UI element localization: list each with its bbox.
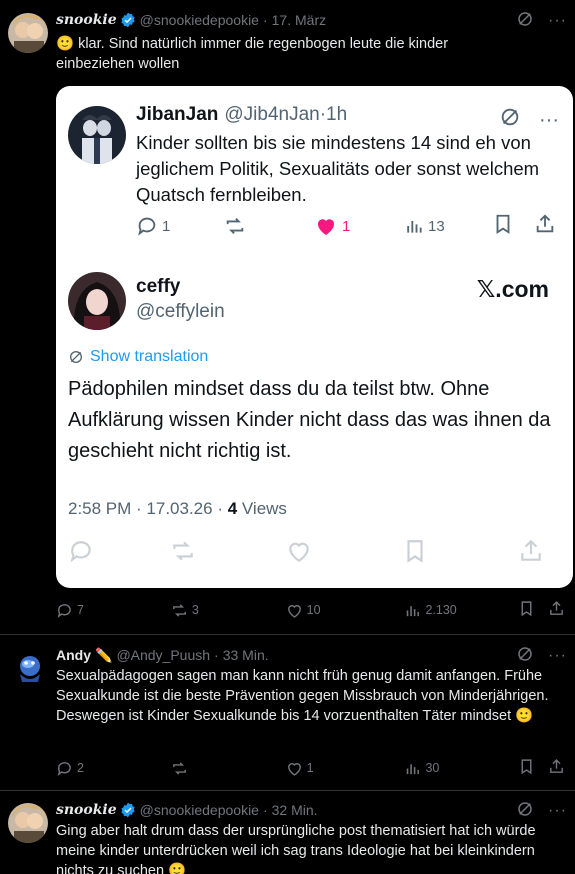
grok-icon [70, 351, 82, 363]
tweet-header: snookie @snookiedepookie · 32 Min. ··· [56, 800, 575, 820]
quoted-actions: 1 1 13 [136, 214, 559, 238]
author-handle[interactable]: @snookiedepookie [140, 12, 259, 28]
more-options-icon: ··· [539, 108, 559, 131]
share-icon [534, 213, 556, 239]
tweet-text: 🙂 klar. Sind natürlich immer die regenbo… [56, 36, 449, 72]
quoted-text: Kinder sollten bis sie mindestens 14 sin… [136, 132, 540, 205]
avatar[interactable] [8, 648, 48, 688]
repost-icon [170, 538, 286, 569]
reply-actions [68, 539, 559, 565]
author-handle[interactable]: @snookiedepookie [140, 802, 259, 818]
author-name[interactable]: snookie [56, 12, 117, 28]
tweet[interactable]: snookie @snookiedepookie · 32 Min. ··· G… [0, 800, 575, 874]
reply-button[interactable]: 7 [56, 602, 171, 619]
reply-count: 1 [136, 215, 224, 237]
tweet-actions: 7 3 10 2.130 [56, 600, 565, 620]
tweet-text: Sexualpädagogen sagen man kann nicht frü… [56, 668, 549, 724]
quoted-timestamp: 1h [326, 104, 348, 125]
repost-count: 3 [191, 603, 199, 617]
verified-badge-icon [120, 802, 136, 818]
author-handle[interactable]: @Andy_Puush [116, 647, 210, 663]
views-button[interactable]: 30 [404, 760, 518, 777]
grok-icon[interactable] [516, 645, 534, 666]
timestamp[interactable]: 33 Min. [223, 647, 269, 663]
tweet-actions: 2 1 30 [56, 758, 565, 778]
like-count: 1 [306, 761, 314, 775]
quoted-avatar [68, 106, 126, 164]
like-icon [286, 538, 402, 569]
reply-button[interactable]: 2 [56, 760, 171, 777]
name-emoji: ✏️ [95, 646, 113, 663]
quoted-author-handle: @Jib4nJan [224, 104, 320, 125]
tweet-header: snookie @snookiedepookie · 17. März ··· [56, 10, 575, 30]
share-icon[interactable] [548, 758, 565, 778]
separator-dot: · [214, 647, 219, 663]
show-translation-link: Show translation [68, 348, 208, 366]
tweet[interactable]: snookie @snookiedepookie · 17. März ··· … [0, 8, 575, 628]
tweet-text: Ging aber halt drum dass der ursprünglic… [56, 823, 536, 874]
divider [0, 790, 575, 791]
divider [0, 634, 575, 635]
author-name[interactable]: snookie [56, 802, 117, 818]
post-meta: 2:58 PM · 17.03.26 · 4 Views [68, 499, 287, 518]
separator-dot: · [262, 802, 268, 818]
reply-author-handle: @ceffylein [136, 301, 225, 322]
repost-icon [224, 215, 314, 237]
view-count: 30 [425, 761, 440, 775]
separator-dot: · [262, 12, 268, 28]
quoted-author-name: JibanJan [136, 104, 219, 125]
like-count: 10 [306, 603, 321, 617]
like-count: 1 [314, 214, 404, 238]
more-options-icon[interactable]: ··· [548, 647, 567, 665]
timestamp[interactable]: 17. März [272, 12, 326, 28]
more-options-icon[interactable]: ··· [548, 802, 567, 820]
repost-button[interactable] [171, 760, 286, 777]
bookmark-icon[interactable] [518, 758, 548, 778]
more-options-icon[interactable]: ··· [548, 12, 567, 30]
view-count: 13 [404, 216, 492, 236]
reply-author-name: ceffy [136, 276, 181, 297]
like-button[interactable]: 10 [286, 602, 405, 619]
avatar[interactable] [8, 803, 48, 843]
view-count: 2.130 [425, 603, 457, 617]
reply-icon [68, 538, 170, 569]
views-button[interactable]: 2.130 [404, 602, 518, 619]
avatar[interactable] [8, 13, 48, 53]
share-icon[interactable] [548, 600, 565, 620]
bookmark-icon [492, 213, 534, 239]
grok-icon[interactable] [516, 10, 534, 31]
like-button[interactable]: 1 [286, 760, 405, 777]
verified-badge-icon [120, 12, 136, 28]
tweet[interactable]: Andy ✏️ @Andy_Puush · 33 Min. ··· Sexual… [0, 644, 575, 794]
tweet-header: Andy ✏️ @Andy_Puush · 33 Min. ··· [56, 645, 575, 665]
quoted-header: JibanJan @Jib4nJan · 1h ··· [136, 104, 559, 131]
reply-count: 2 [77, 761, 84, 775]
author-name[interactable]: Andy [56, 647, 91, 663]
translate-label: Show translation [90, 348, 209, 365]
timestamp[interactable]: 32 Min. [272, 802, 318, 818]
source-label: 𝕏.com [476, 276, 549, 302]
reply-text: Pädophilen mindset dass du da teilst btw… [68, 378, 551, 462]
grok-icon[interactable] [516, 800, 534, 821]
bookmark-icon[interactable] [518, 600, 548, 620]
repost-button[interactable]: 3 [171, 602, 286, 619]
bookmark-icon [402, 538, 518, 569]
reply-count: 7 [77, 603, 84, 617]
attached-screenshot[interactable]: JibanJan @Jib4nJan · 1h ··· Kinder sollt… [56, 86, 573, 588]
share-icon [518, 538, 544, 569]
reply-avatar [68, 272, 126, 330]
